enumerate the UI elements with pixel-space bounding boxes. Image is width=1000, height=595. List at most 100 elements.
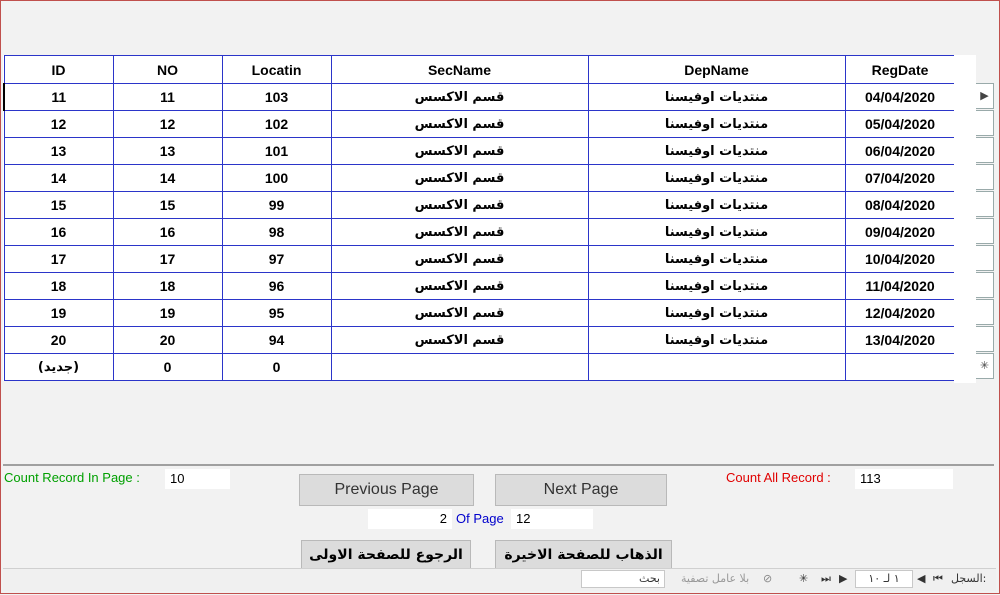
first-page-button[interactable]: الرجوع للصفحة الاولى [301,540,471,571]
column-header-secname[interactable]: SecName [330,55,589,84]
last-page-button[interactable]: الذهاب للصفحة الاخيرة [495,540,672,571]
table-row[interactable]: 18 18 96 قسم الاكسس منتديات اوفيسنا 11/04/202… [3,272,956,300]
new-record-icon[interactable]: ✳ [976,353,994,379]
table-row[interactable]: 20 20 94 قسم الاكسس منتديات اوفيسنا 13/04/202… [3,326,956,354]
table-row[interactable]: 11 11 103 قسم الاكسس منتديات اوفيسنا 04/04/20… [3,83,956,111]
table-row[interactable]: 15 15 99 قسم الاكسس منتديات اوفيسنا 08/04/202… [3,191,956,219]
cell-regdate[interactable]: 13/04/2020 [844,326,956,354]
previous-record-icon[interactable]: ◀ [917,572,925,585]
column-header-locatin[interactable]: Locatin [221,55,332,84]
cell-depname[interactable]: منتديات اوفيسنا [587,245,846,273]
cell-regdate[interactable] [844,353,956,381]
cell-regdate[interactable]: 06/04/2020 [844,137,956,165]
column-header-depname[interactable]: DepName [587,55,846,84]
cell-secname[interactable]: قسم الاكسس [330,272,589,300]
cell-locatin[interactable]: 102 [221,110,332,138]
next-page-button[interactable]: Next Page [495,474,667,506]
cell-secname[interactable]: قسم الاكسس [330,191,589,219]
cell-depname[interactable]: منتديات اوفيسنا [587,299,846,327]
cell-depname[interactable]: منتديات اوفيسنا [587,191,846,219]
record-selector[interactable] [976,218,994,244]
cell-locatin[interactable]: 101 [221,137,332,165]
cell-secname[interactable]: قسم الاكسس [330,110,589,138]
total-pages-field[interactable]: 12 [511,509,593,529]
cell-locatin[interactable]: 98 [221,218,332,246]
cell-no[interactable]: 16 [112,218,223,246]
record-selector[interactable] [976,245,994,271]
next-record-icon[interactable]: ▶ [839,572,847,585]
record-selector[interactable] [976,110,994,136]
record-selector[interactable] [976,164,994,190]
table-row[interactable]: 17 17 97 قسم الاكسس منتديات اوفيسنا 10/04/202… [3,245,956,273]
no-filter-label[interactable]: بلا عامل تصفية [681,572,749,585]
cell-secname[interactable]: قسم الاكسس [330,83,589,111]
record-position-field[interactable]: ١ لـ ١٠ [855,570,913,588]
table-row[interactable]: 16 16 98 قسم الاكسس منتديات اوفيسنا 09/04/202… [3,218,956,246]
cell-no[interactable]: 14 [112,164,223,192]
column-header-no[interactable]: NO [112,55,223,84]
cell-secname[interactable]: قسم الاكسس [330,245,589,273]
cell-secname[interactable]: قسم الاكسس [330,299,589,327]
table-row[interactable]: 19 19 95 قسم الاكسس منتديات اوفيسنا 12/04/202… [3,299,956,327]
current-page-field[interactable]: 2 [368,509,452,529]
cell-depname[interactable]: منتديات اوفيسنا [587,164,846,192]
cell-depname[interactable]: منتديات اوفيسنا [587,326,846,354]
cell-depname[interactable] [587,353,846,381]
search-input[interactable]: بحث [581,570,665,588]
cell-regdate[interactable]: 05/04/2020 [844,110,956,138]
cell-depname[interactable]: منتديات اوفيسنا [587,218,846,246]
new-record-icon[interactable]: ✳ [799,572,808,585]
cell-secname[interactable]: قسم الاكسس [330,164,589,192]
record-selector[interactable] [976,191,994,217]
table-row[interactable]: 12 12 102 قسم الاكسس منتديات اوفيسنا 05/04/20… [3,110,956,138]
cell-no[interactable]: 12 [112,110,223,138]
cell-regdate[interactable]: 09/04/2020 [844,218,956,246]
cell-regdate[interactable]: 10/04/2020 [844,245,956,273]
cell-no[interactable]: 19 [112,299,223,327]
cell-secname[interactable]: قسم الاكسس [330,326,589,354]
cell-no[interactable]: 0 [112,353,223,381]
cell-id[interactable]: (جديد) [3,353,114,381]
cell-id[interactable]: 13 [3,137,114,165]
cell-locatin[interactable]: 100 [221,164,332,192]
cell-regdate[interactable]: 12/04/2020 [844,299,956,327]
record-selector[interactable] [976,299,994,325]
cell-no[interactable]: 15 [112,191,223,219]
cell-id[interactable]: 12 [3,110,114,138]
record-selector[interactable] [976,272,994,298]
cell-depname[interactable]: منتديات اوفيسنا [587,110,846,138]
cell-regdate[interactable]: 04/04/2020 [844,83,956,111]
cell-locatin[interactable]: 99 [221,191,332,219]
cell-no[interactable]: 11 [112,83,223,111]
cell-id[interactable]: 16 [3,218,114,246]
cell-regdate[interactable]: 07/04/2020 [844,164,956,192]
record-selector[interactable] [976,137,994,163]
cell-locatin[interactable]: 94 [221,326,332,354]
cell-regdate[interactable]: 08/04/2020 [844,191,956,219]
cell-locatin[interactable]: 97 [221,245,332,273]
record-selector[interactable] [976,326,994,352]
first-record-icon[interactable]: ⏮ [933,572,943,586]
cell-depname[interactable]: منتديات اوفيسنا [587,83,846,111]
cell-id[interactable]: 20 [3,326,114,354]
cell-no[interactable]: 18 [112,272,223,300]
previous-page-button[interactable]: Previous Page [299,474,474,506]
cell-locatin[interactable]: 96 [221,272,332,300]
cell-id[interactable]: 17 [3,245,114,273]
cell-no[interactable]: 13 [112,137,223,165]
cell-id[interactable]: 14 [3,164,114,192]
column-header-id[interactable]: ID [3,55,114,84]
count-record-in-page-field[interactable]: 10 [165,469,230,489]
column-header-regdate[interactable]: RegDate [844,55,956,84]
cell-secname[interactable] [330,353,589,381]
last-record-icon[interactable]: ⏭ [821,572,831,586]
cell-no[interactable]: 17 [112,245,223,273]
cell-id[interactable]: 15 [3,191,114,219]
cell-id[interactable]: 19 [3,299,114,327]
table-row[interactable]: 14 14 100 قسم الاكسس منتديات اوفيسنا 07/04/20… [3,164,956,192]
cell-locatin[interactable]: 103 [221,83,332,111]
cell-locatin[interactable]: 95 [221,299,332,327]
new-record-row[interactable]: (جديد) 0 0 [3,353,956,381]
cell-depname[interactable]: منتديات اوفيسنا [587,272,846,300]
count-all-record-field[interactable]: 113 [855,469,953,489]
